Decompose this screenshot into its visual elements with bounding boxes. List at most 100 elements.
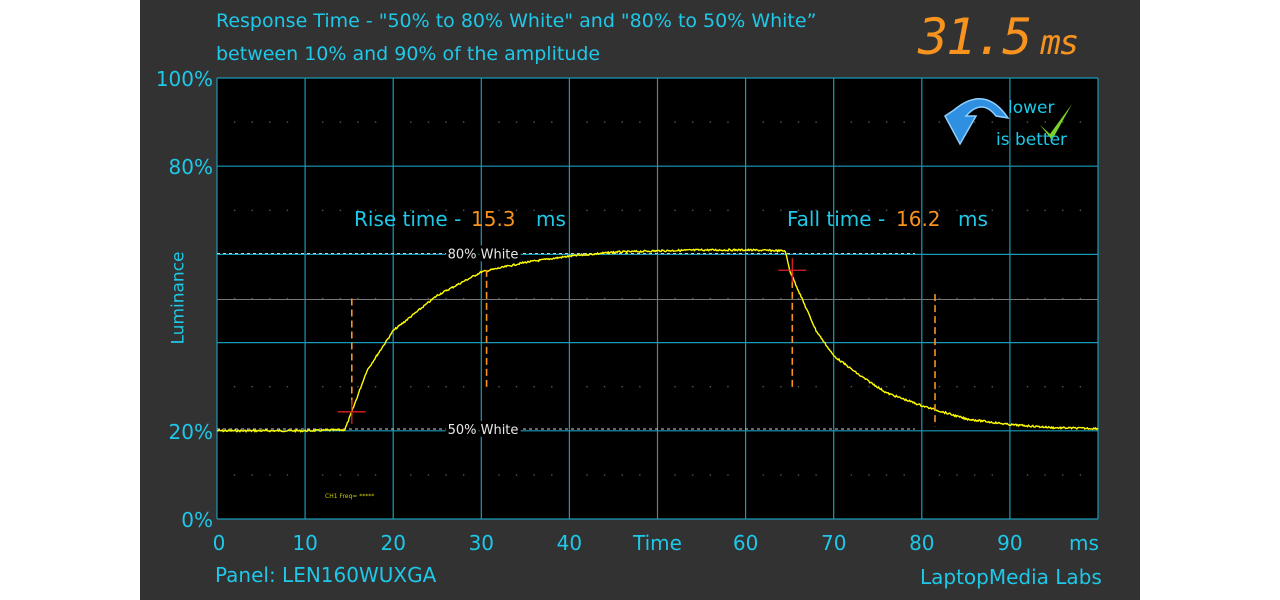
fall-time-value: 16.2: [896, 207, 941, 231]
grid-dot: [550, 121, 553, 123]
grid-dot: [850, 474, 853, 476]
grid-dot: [1061, 385, 1064, 388]
grid-dot: [515, 209, 518, 212]
grid-dot: [357, 385, 359, 388]
grid-dot: [462, 474, 465, 476]
grid-dot: [727, 121, 729, 123]
grid-dot: [639, 385, 641, 388]
grid-dot: [621, 474, 624, 476]
grid-dot: [780, 121, 782, 123]
grid-dot: [462, 209, 465, 212]
grid-dot: [1026, 474, 1029, 476]
grid-dot: [1079, 474, 1082, 476]
grid-dot: [1026, 385, 1029, 388]
grid-dot: [603, 121, 606, 123]
grid-dot: [868, 385, 870, 388]
rise-time-value: 15.3: [471, 207, 516, 231]
grid-dot: [533, 209, 535, 212]
y-tick-label: 80%: [169, 155, 213, 179]
grid-dot: [445, 474, 447, 476]
grid-dot: [233, 385, 236, 388]
grid-dot: [762, 474, 765, 476]
grid-dot: [639, 209, 641, 212]
grid-dot: [462, 385, 465, 388]
grid-dot: [938, 121, 941, 123]
grid-dot: [691, 474, 694, 476]
grid-dot: [269, 209, 271, 212]
grid-dot: [621, 209, 624, 212]
grid-dot: [427, 385, 430, 388]
grid-dot: [550, 474, 553, 476]
grid-dot: [639, 474, 641, 476]
x-tick-label: 60: [733, 531, 758, 555]
grid-dot: [868, 121, 870, 123]
grid-dot: [374, 474, 377, 476]
grid-dot: [286, 385, 289, 388]
grid-dot: [339, 474, 342, 476]
grid-dot: [321, 121, 324, 123]
grid-dot: [850, 385, 853, 388]
grid-dot: [674, 385, 676, 388]
grid-dot: [991, 474, 994, 476]
grid-dot: [498, 474, 500, 476]
grid-dot: [586, 474, 588, 476]
grid-dot: [410, 385, 412, 388]
grid-dot: [621, 385, 624, 388]
grid-dot: [339, 209, 342, 212]
grid-dot: [691, 385, 694, 388]
grid-dot: [903, 121, 905, 123]
grid-dot: [780, 474, 782, 476]
grid-dot: [321, 385, 324, 388]
grid-dot: [233, 474, 236, 476]
grid-dot: [674, 474, 676, 476]
x-tick-label: 80: [909, 531, 934, 555]
grid-dot: [815, 121, 817, 123]
grid-dot: [1079, 385, 1082, 388]
grid-dot: [797, 474, 800, 476]
grid-dot: [515, 474, 518, 476]
x-tick-label: 0: [213, 531, 226, 555]
grid-dot: [762, 209, 765, 212]
grid-dot: [498, 385, 500, 388]
grid-dot: [515, 121, 518, 123]
grid-dot: [991, 209, 994, 212]
grid-dot: [427, 121, 430, 123]
x-tick-label: 40: [557, 531, 582, 555]
grid-dot: [885, 209, 888, 212]
grid-dot: [885, 121, 888, 123]
grid-dot: [991, 385, 994, 388]
grid-dot: [498, 121, 500, 123]
grid-dot: [533, 474, 535, 476]
grid-dot: [603, 209, 606, 212]
x-tick-label: 30: [469, 531, 494, 555]
grid-dot: [885, 385, 888, 388]
grid-dot: [533, 121, 535, 123]
grid-dot: [515, 385, 518, 388]
fall-time-label: Fall time -: [787, 207, 885, 231]
grid-dot: [815, 474, 817, 476]
grid-dot: [427, 474, 430, 476]
grid-dot: [674, 121, 676, 123]
grid-dot: [603, 385, 606, 388]
grid-dot: [868, 474, 870, 476]
grid-dot: [445, 121, 447, 123]
grid-dot: [1061, 209, 1064, 212]
grid-dot: [374, 121, 377, 123]
grid-dot: [586, 209, 588, 212]
grid-dot: [973, 474, 976, 476]
grid-dot: [269, 385, 271, 388]
grid-dot: [973, 121, 976, 123]
grid-dot: [674, 209, 676, 212]
grid-dot: [709, 121, 712, 123]
grid-dot: [1026, 209, 1029, 212]
grid-dot: [815, 385, 817, 388]
grid-dot: [709, 385, 712, 388]
grid-dot: [973, 385, 976, 388]
grid-dot: [1026, 121, 1029, 123]
grid-dot: [850, 121, 853, 123]
grid-dot: [357, 474, 359, 476]
grid-dot: [691, 209, 694, 212]
grid-dot: [1079, 121, 1082, 123]
grid-dot: [797, 121, 800, 123]
grid-dot: [639, 121, 641, 123]
